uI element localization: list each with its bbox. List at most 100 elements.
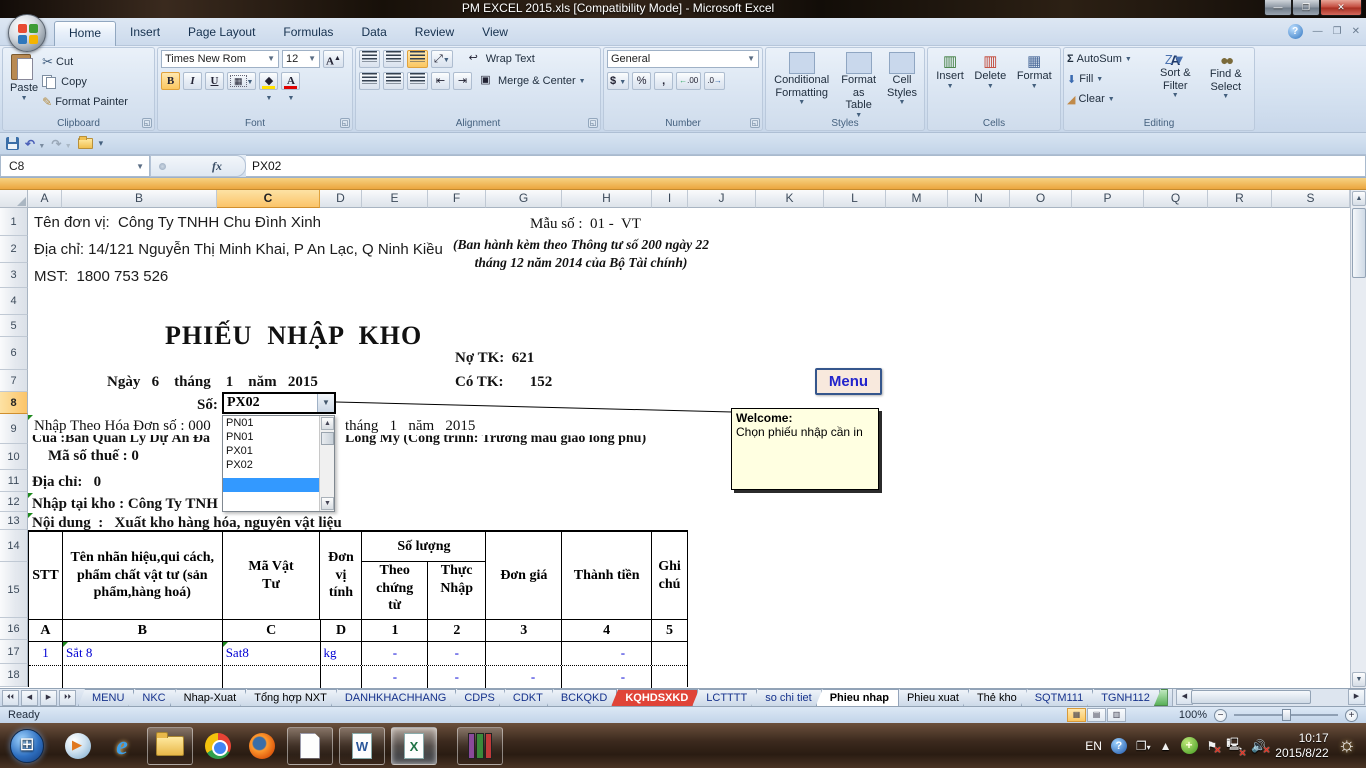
borders-button[interactable]: ▦▼ <box>227 72 256 90</box>
column-header[interactable]: Q <box>1144 190 1208 208</box>
row-header[interactable]: 5 <box>0 315 28 337</box>
office-button[interactable] <box>8 14 46 52</box>
taskbar-clock[interactable]: 10:17 2015/8/22 <box>1275 731 1328 761</box>
align-top-button[interactable] <box>359 50 380 68</box>
next-sheet-button[interactable]: ▶ <box>40 690 57 706</box>
alignment-dialog-launcher[interactable]: ◱ <box>588 118 598 128</box>
font-color-button[interactable]: A▼ <box>281 72 300 90</box>
underline-button[interactable]: U <box>205 72 224 90</box>
format-as-table-button[interactable]: Format as Table▼ <box>834 50 883 121</box>
help-icon[interactable]: ? <box>1288 24 1303 39</box>
voucher-dropdown-list[interactable]: PN01PN01PX01PX02 ▲ ▼ <box>222 415 335 512</box>
sheet-tab[interactable]: TGNH112 <box>1087 689 1160 706</box>
sheet-tab[interactable]: DANHKHACHHANG <box>331 689 456 706</box>
antivirus-tray-icon[interactable]: + <box>1181 737 1198 754</box>
horizontal-scrollbar[interactable]: ◀ ▶ <box>1172 689 1366 706</box>
notepad-icon[interactable] <box>287 727 333 765</box>
row-header[interactable]: 18 <box>0 664 28 687</box>
scroll-right-icon[interactable]: ▶ <box>1348 689 1365 705</box>
doc-restore-button[interactable]: ❐ <box>1333 26 1342 37</box>
ribbon-tab[interactable]: Data <box>347 21 400 46</box>
currency-button[interactable]: $ ▼ <box>607 72 629 90</box>
minimize-button[interactable]: — <box>1264 0 1292 16</box>
chrome-icon[interactable] <box>201 729 235 763</box>
sheet-tab[interactable]: Phieu nhap <box>816 689 899 706</box>
prev-sheet-button[interactable]: ◀ <box>21 690 38 706</box>
font-name-combo[interactable]: Times New Rom▼ <box>161 50 279 68</box>
insert-function-icon[interactable]: fx <box>166 159 230 174</box>
volume-muted-icon[interactable]: 🔊 <box>1251 739 1266 753</box>
number-format-combo[interactable]: General▼ <box>607 50 759 68</box>
merge-center-button[interactable]: ▣Merge & Center▼ <box>476 72 586 90</box>
align-bottom-button[interactable] <box>407 50 428 68</box>
grow-font-button[interactable]: A▲ <box>323 50 344 68</box>
doc-minimize-button[interactable]: — <box>1313 26 1323 37</box>
cut-button[interactable]: ✂Cut <box>42 53 128 71</box>
copy-button[interactable]: Copy <box>42 73 128 91</box>
scroll-down-icon[interactable]: ▼ <box>1352 672 1366 687</box>
excel-icon[interactable]: X <box>391 727 437 765</box>
column-header[interactable]: E <box>362 190 428 208</box>
qat-customize-button[interactable]: ▾ <box>99 138 104 149</box>
page-break-view-button[interactable]: ▥ <box>1107 708 1126 722</box>
table-row[interactable]: 1Sắt 8 Sat8kg -- - <box>29 642 687 666</box>
ribbon-tab[interactable]: Page Layout <box>174 21 269 46</box>
row-header[interactable]: 13 <box>0 512 28 530</box>
ribbon-tab[interactable]: Insert <box>116 21 174 46</box>
row-header[interactable]: 14 <box>0 530 28 562</box>
doc-close-button[interactable]: ✕ <box>1352 26 1360 37</box>
internet-explorer-icon[interactable]: e <box>105 729 139 763</box>
align-left-button[interactable] <box>359 72 380 90</box>
row-header[interactable]: 11 <box>0 470 28 492</box>
column-header[interactable]: P <box>1072 190 1144 208</box>
dropdown-selected-blank-item[interactable] <box>223 478 320 492</box>
first-sheet-button[interactable]: ⏴⏴ <box>2 690 19 706</box>
firefox-icon[interactable] <box>245 729 279 763</box>
media-player-icon[interactable] <box>61 729 95 763</box>
row-header[interactable]: 7 <box>0 370 28 392</box>
normal-view-button[interactable]: ▦ <box>1067 708 1086 722</box>
zoom-in-button[interactable]: + <box>1345 709 1358 722</box>
row-header[interactable]: 2 <box>0 236 28 263</box>
row-header[interactable]: 3 <box>0 263 28 288</box>
menu-button[interactable]: Menu <box>815 368 882 395</box>
column-header[interactable]: H <box>562 190 652 208</box>
formula-input[interactable]: PX02 <box>246 155 1366 177</box>
ribbon-tab[interactable]: Review <box>401 21 468 46</box>
sheet-tab[interactable]: LCTTTT <box>692 689 757 706</box>
winrar-icon[interactable] <box>457 727 503 765</box>
restore-button[interactable]: ❐ <box>1292 0 1320 16</box>
column-header[interactable]: N <box>948 190 1010 208</box>
page-layout-view-button[interactable]: ▤ <box>1087 708 1106 722</box>
orientation-button[interactable]: ⤢▼ <box>431 50 453 68</box>
sheet-tab[interactable]: Phieu xuat <box>893 689 969 706</box>
zoom-slider[interactable] <box>1234 714 1338 716</box>
wrap-text-button[interactable]: ↩Wrap Text <box>464 50 535 68</box>
dropdown-scrollbar[interactable]: ▲ ▼ <box>319 416 334 511</box>
worksheet[interactable]: 123456789101112131415161718 Tên đơn vị: … <box>0 208 1366 688</box>
scroll-down-icon[interactable]: ▼ <box>321 497 334 510</box>
word-icon[interactable]: W <box>339 727 385 765</box>
column-header[interactable]: C <box>217 190 320 208</box>
font-dialog-launcher[interactable]: ◱ <box>340 118 350 128</box>
sheet-tab[interactable]: KQHDSXKD <box>611 689 698 706</box>
clipboard-dialog-launcher[interactable]: ◱ <box>142 118 152 128</box>
brightness-icon[interactable]: ☼ <box>1338 734 1356 757</box>
row-header[interactable]: 16 <box>0 618 28 640</box>
help-tray-icon[interactable]: ? <box>1111 738 1127 754</box>
sheet-tab[interactable]: NKC <box>128 689 175 706</box>
ribbon-tab[interactable]: Formulas <box>269 21 347 46</box>
increase-decimal-button[interactable]: ←.00 <box>676 72 701 90</box>
font-size-combo[interactable]: 12▼ <box>282 50 320 68</box>
align-right-button[interactable] <box>407 72 428 90</box>
row-header[interactable]: 8 <box>0 392 28 414</box>
align-center-button[interactable] <box>383 72 404 90</box>
insert-cells-button[interactable]: ▥Insert▼ <box>932 50 968 92</box>
close-button[interactable]: ✕ <box>1320 0 1362 16</box>
increase-indent-button[interactable]: ⇥ <box>453 72 472 90</box>
comma-button[interactable]: , <box>654 72 673 90</box>
format-painter-button[interactable]: ✎Format Painter <box>42 93 128 111</box>
column-header[interactable]: A <box>28 190 62 208</box>
number-dialog-launcher[interactable]: ◱ <box>750 118 760 128</box>
fill-button[interactable]: ⬇Fill▼ <box>1067 70 1150 88</box>
